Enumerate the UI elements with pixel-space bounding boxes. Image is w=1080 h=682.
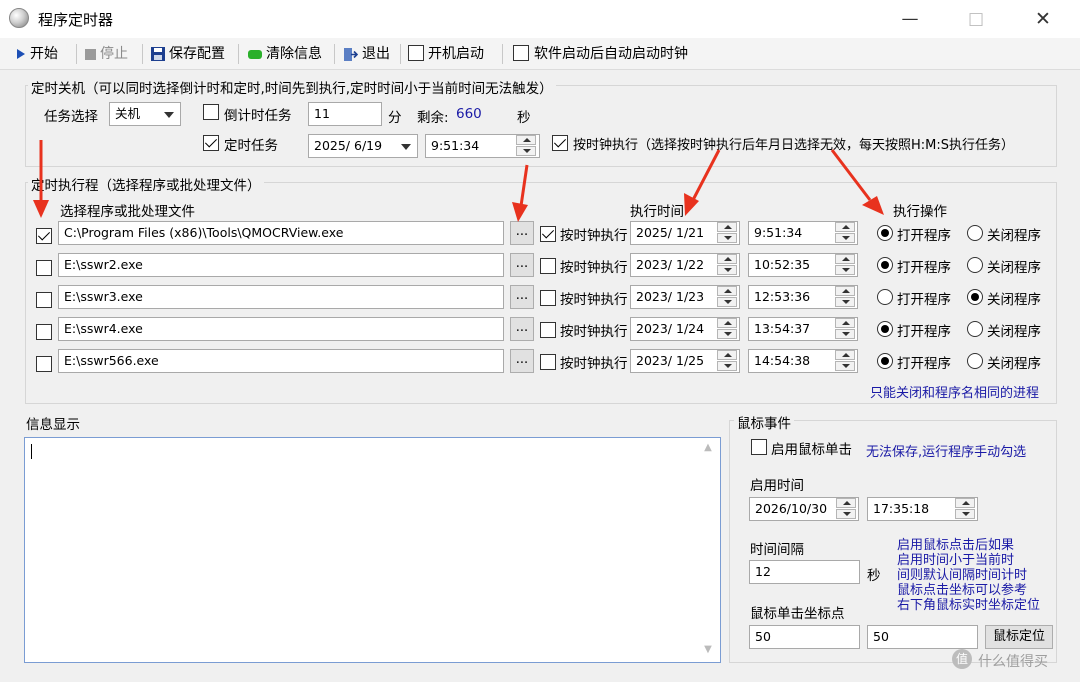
arrow-to-op-head xyxy=(862,196,884,215)
annotation-arrows xyxy=(33,140,884,222)
arrow-to-browse-head xyxy=(512,202,528,222)
arrow-to-time xyxy=(691,149,721,201)
arrow-to-op xyxy=(830,149,872,201)
arrow-to-browse xyxy=(519,164,529,207)
arrow-to-time-head xyxy=(684,193,699,216)
arrow-to-checkbox-head xyxy=(33,200,49,218)
